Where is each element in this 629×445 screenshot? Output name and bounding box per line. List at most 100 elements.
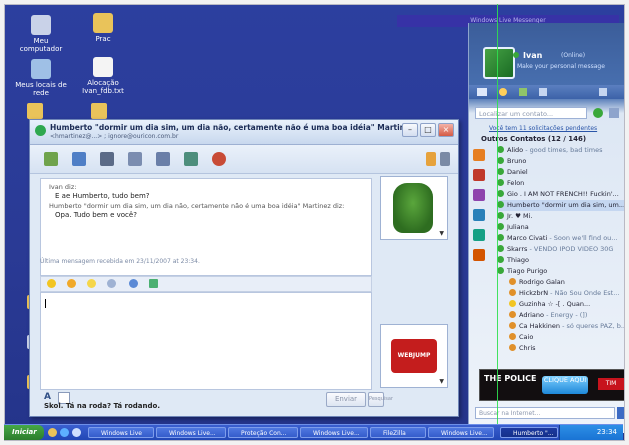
status-text: Skol. Tá na roda? Tá rodando.: [44, 402, 160, 410]
contact-item[interactable]: Alido - good times, bad times: [497, 145, 624, 156]
wink-icon[interactable]: [67, 279, 76, 288]
taskbar-button[interactable]: Windows Live...: [156, 427, 226, 438]
contact-item[interactable]: Caio: [509, 332, 624, 343]
contact-item[interactable]: Gio . I AM NOT FRENCH!! Fuckin'...: [497, 189, 624, 200]
spaces-icon[interactable]: [473, 149, 485, 161]
video-icon[interactable]: [473, 229, 485, 241]
news-icon[interactable]: [473, 209, 485, 221]
send-file-icon[interactable]: [72, 152, 86, 166]
contact-item[interactable]: Rodrigo Galan: [509, 277, 624, 288]
minimize-button[interactable]: –: [402, 123, 418, 137]
chat-window[interactable]: Humberto "dormir um dia sim, um dia não,…: [29, 119, 459, 417]
ad-cta-button[interactable]: CLIQUE AQUI: [542, 376, 588, 394]
call-icon[interactable]: [128, 152, 142, 166]
chevron-down-icon[interactable]: ▼: [439, 230, 444, 237]
contact-item[interactable]: Skarrs - VENDO IPOD VIDEO 30G: [497, 244, 624, 255]
news-icon[interactable]: [519, 88, 527, 96]
advertisement[interactable]: THE POLICE CLIQUE AQUI TIM: [479, 369, 624, 401]
contact-item[interactable]: Guzinha ☆ -[ . Quan...: [509, 299, 624, 310]
contact-item-selected[interactable]: Humberto "dormir um dia sim, um...: [497, 200, 624, 211]
taskbar-button[interactable]: FileZilla: [370, 427, 426, 438]
taskbar-button[interactable]: Windows Live: [88, 427, 154, 438]
sort-icon[interactable]: [609, 108, 619, 118]
contact-item[interactable]: Adriano - Energy - (]): [509, 310, 624, 321]
games-icon[interactable]: [184, 152, 198, 166]
contact-item[interactable]: Felon: [497, 178, 624, 189]
desktop-icon-network[interactable]: Meus locais de rede: [13, 59, 69, 97]
contact-item[interactable]: Juliana: [497, 222, 624, 233]
chart-icon[interactable]: [149, 279, 158, 288]
contact-item[interactable]: Thiago: [497, 255, 624, 266]
pen-icon[interactable]: [426, 152, 436, 166]
emoticon-icon[interactable]: [47, 279, 56, 288]
quicklaunch-icon[interactable]: [48, 428, 57, 437]
activities-icon[interactable]: [156, 152, 170, 166]
avatar[interactable]: [483, 47, 515, 79]
user-name[interactable]: Ivan: [523, 51, 542, 60]
web-search-input[interactable]: Buscar na Internet...: [475, 407, 615, 419]
maximize-button[interactable]: □: [420, 123, 436, 137]
clock[interactable]: 23:34: [597, 428, 617, 436]
desktop-icon-partial[interactable]: [91, 103, 107, 119]
start-button[interactable]: Iniciar: [4, 425, 44, 440]
taskbar-button[interactable]: Proteção Con...: [228, 427, 298, 438]
music-icon[interactable]: [473, 189, 485, 201]
user-status[interactable]: (Online): [561, 52, 585, 59]
close-button[interactable]: ×: [438, 123, 454, 137]
invite-icon[interactable]: [44, 152, 58, 166]
quicklaunch-icon[interactable]: [72, 428, 81, 437]
nudge-icon[interactable]: [87, 279, 96, 288]
contact-name: Juliana: [507, 223, 529, 231]
contact-item[interactable]: Tiago Purigo: [497, 266, 624, 277]
contact-item[interactable]: Daniel: [497, 167, 624, 178]
contact-psm: - Soon we'll find ou...: [547, 234, 618, 242]
contact-item[interactable]: Bruno: [497, 156, 624, 167]
desktop-icon-partial[interactable]: [27, 103, 43, 119]
contact-item[interactable]: Marco Civati - Soon we'll find ou...: [497, 233, 624, 244]
contact-item[interactable]: Chris: [509, 343, 624, 354]
contact-search-input[interactable]: Localizar um contato...: [475, 107, 587, 119]
contact-item[interactable]: Jr. ♥ Mi.: [497, 211, 624, 222]
conversation-line: Ivan diz:: [49, 183, 77, 191]
chat-subtitle: <hmartinez@...> ; ignore@ouricon.com.br: [50, 133, 179, 140]
contact-display-picture[interactable]: ▼: [380, 176, 448, 240]
online-status-icon: [497, 267, 504, 274]
options-icon[interactable]: [599, 88, 607, 96]
send-button[interactable]: Enviar: [326, 392, 366, 407]
search-button[interactable]: Pesquisar: [368, 392, 393, 407]
add-contact-icon[interactable]: [593, 108, 603, 118]
shopping-icon[interactable]: [473, 249, 485, 261]
pending-invites-link[interactable]: Você tem 11 solicitações pendentes: [489, 125, 597, 132]
desktop-icon-my-computer[interactable]: Meu computador: [13, 15, 69, 53]
video-icon[interactable]: [100, 152, 114, 166]
chat-titlebar[interactable]: Humberto "dormir um dia sim, um dia não,…: [30, 120, 458, 145]
contact-item[interactable]: HickzbrN - Não Sou Onde Est...: [509, 288, 624, 299]
font-icon[interactable]: A: [44, 392, 51, 402]
mail-icon[interactable]: [477, 88, 487, 96]
menu-icon[interactable]: [440, 152, 450, 166]
taskbar-button[interactable]: Windows Live...: [300, 427, 368, 438]
contact-psm: - good times, bad times: [523, 146, 603, 154]
online-status-icon: [497, 223, 504, 230]
desktop-icon-prac[interactable]: Prac: [75, 13, 131, 43]
voice-clip-icon[interactable]: [107, 279, 116, 288]
user-display-picture[interactable]: WEBJUMP ▼: [380, 324, 448, 388]
contact-item[interactable]: Ca Hakkinen - só queres PAZ, b...: [509, 321, 624, 332]
quicklaunch-icon[interactable]: [60, 428, 69, 437]
taskbar-button-active[interactable]: Humberto "...: [500, 427, 558, 438]
chevron-down-icon[interactable]: ▼: [439, 378, 444, 385]
taskbar-button[interactable]: Windows Live...: [428, 427, 494, 438]
message-input[interactable]: [40, 292, 372, 390]
block-icon[interactable]: [212, 152, 226, 166]
messenger-window[interactable]: Ivan (Online) Make your personal message…: [468, 23, 624, 433]
busy-status-icon: [509, 278, 516, 285]
contact-name: HickzbrN: [519, 289, 549, 297]
spaces-icon[interactable]: [499, 88, 507, 96]
tools-icon[interactable]: [539, 88, 547, 96]
online-status-icon: [497, 201, 504, 208]
games-icon[interactable]: [473, 169, 485, 181]
personal-message[interactable]: Make your personal message: [517, 63, 605, 70]
web-search-button[interactable]: [617, 407, 624, 419]
background-icon[interactable]: [129, 279, 138, 288]
desktop-icon-text-file[interactable]: Alocação Ivan_fdb.txt: [75, 57, 131, 95]
